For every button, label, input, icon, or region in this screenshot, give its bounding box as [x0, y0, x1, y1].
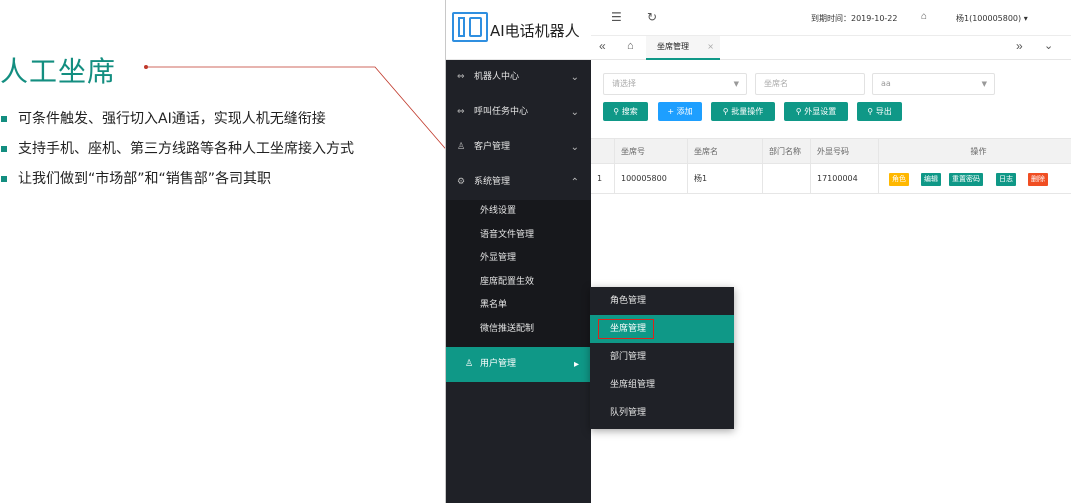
export-button[interactable]: ⚲ 导出 [857, 102, 902, 121]
sidebar-item-user-management[interactable]: ♙ 用户管理 ▸ [446, 347, 591, 382]
chevron-up-icon: ⌃ [570, 177, 579, 188]
bullet-square-icon [1, 116, 7, 122]
delete-button[interactable]: 删除 [1028, 173, 1048, 186]
menu-item-queue-management[interactable]: 队列管理 [590, 399, 734, 427]
chevron-down-icon: ⌄ [570, 142, 579, 153]
reset-password-button[interactable]: 重置密码 [949, 173, 983, 186]
menu-item-seat-group-management[interactable]: 坐席组管理 [590, 371, 734, 399]
edit-button[interactable]: 编辑 [921, 173, 941, 186]
sidebar-subitem[interactable]: 黑名单 [446, 294, 591, 318]
chevron-right-icon: ▸ [573, 359, 579, 370]
top-bar: ☰ ↻ 到期时间：2019-10-22 ⌂ 杨1(100005800) ▾ [591, 0, 1071, 36]
chevron-down-icon[interactable]: ⌄ [1044, 39, 1053, 52]
caret-down-icon: ▼ [981, 80, 987, 88]
user-icon: ♙ [457, 142, 466, 152]
sidebar-item-robot-center[interactable]: ⇔ 机器人中心 ⌄ [446, 60, 591, 95]
bullet-item: 支持手机、座机、第三方线路等各种人工坐席接入方式 [0, 138, 354, 168]
caret-down-icon: ▼ [733, 80, 739, 88]
tab-bar: « ⌂ 坐席管理 × » ⌄ [591, 36, 1071, 60]
bullet-list: 可条件触发、强行切入AI通话，实现人机无缝衔接 支持手机、座机、第三方线路等各种… [0, 108, 354, 198]
close-icon[interactable]: × [707, 36, 714, 58]
slide-title: 人工坐席 [0, 55, 117, 88]
search-icon: ⚲ [722, 107, 729, 116]
phone-icon: ⇔ [457, 107, 465, 117]
search-icon: ⚲ [613, 107, 620, 116]
bullet-square-icon [1, 176, 7, 182]
sidebar-item-system[interactable]: ⚙ 系统管理 ⌃ [446, 165, 591, 200]
sidebar-subitem[interactable]: 微信推送配制 [446, 318, 591, 342]
logo-area: AI电话机器人 [446, 0, 591, 60]
expire-date: 到期时间：2019-10-22 [811, 14, 898, 23]
refresh-icon[interactable]: ↻ [647, 10, 657, 24]
user-icon: ♙ [465, 359, 474, 369]
bullet-item: 可条件触发、强行切入AI通话，实现人机无缝衔接 [0, 108, 354, 138]
table-row: 1 100005800 杨1 17100004 角色 编辑 重置密码 日志 删除 [591, 164, 1071, 194]
double-right-icon[interactable]: » [1016, 39, 1023, 53]
header-seat-name: 坐席名 [688, 139, 763, 163]
user-menu[interactable]: 杨1(100005800) ▾ [956, 13, 1028, 24]
sidebar-subitem[interactable]: 语音文件管理 [446, 224, 591, 248]
log-button[interactable]: 日志 [996, 173, 1016, 186]
seat-table: 坐席号 坐席名 部门名称 外显号码 操作 1 100005800 杨1 1710… [591, 138, 1071, 194]
header-actions: 操作 [970, 147, 987, 156]
menu-item-role-management[interactable]: 角色管理 [590, 287, 734, 315]
sidebar: ⇔ 机器人中心 ⌄ ⇔ 呼叫任务中心 ⌄ ♙ 客户管理 ⌄ ⚙ 系统管理 ⌃ 外… [446, 60, 591, 503]
caret-down-icon: ▾ [1023, 14, 1028, 23]
actions-cell: 角色 编辑 重置密码 日志 删除 [879, 164, 1071, 193]
plus-icon: + [667, 107, 675, 116]
logo-text: AI电话机器人 [490, 22, 580, 40]
tab-seat-management[interactable]: 坐席管理 × [646, 36, 720, 60]
search-button[interactable]: ⚲ 搜索 [603, 102, 648, 121]
sidebar-subitem[interactable]: 外线设置 [446, 200, 591, 224]
display-settings-button[interactable]: ⚲ 外显设置 [784, 102, 848, 121]
chevron-down-icon: ⌄ [570, 72, 579, 83]
batch-operation-button[interactable]: ⚲ 批量操作 [711, 102, 775, 121]
header-display-no: 外显号码 [811, 139, 879, 163]
search-icon: ⚲ [867, 107, 874, 116]
sidebar-item-call-task[interactable]: ⇔ 呼叫任务中心 ⌄ [446, 95, 591, 130]
slide-page: 人工坐席 可条件触发、强行切入AI通话，实现人机无缝衔接 支持手机、座机、第三方… [0, 0, 1071, 503]
select-filter[interactable]: 请选择 ▼ [603, 73, 747, 95]
sidebar-subitem[interactable]: 外显管理 [446, 247, 591, 271]
role-button[interactable]: 角色 [889, 173, 909, 186]
sidebar-item-customer[interactable]: ♙ 客户管理 ⌄ [446, 130, 591, 165]
menu-item-dept-management[interactable]: 部门管理 [590, 343, 734, 371]
home-icon[interactable]: ⌂ [627, 40, 634, 52]
seat-name-input[interactable]: 坐席名 [755, 73, 865, 95]
sidebar-submenu: 外线设置 语音文件管理 外显管理 座席配置生效 黑名单 微信推送配制 [446, 200, 591, 341]
search-icon: ⚲ [795, 107, 802, 116]
tag-icon[interactable]: ⌂ [921, 11, 927, 22]
main-content: 请选择 ▼ 坐席名 aa ▼ ⚲ 搜索 + 添加 ⚲ 批量操作 ⚲ 外显设置 ⚲… [591, 60, 1071, 503]
logo-icon [452, 12, 488, 42]
chevron-down-icon: ⌄ [570, 107, 579, 118]
user-management-popup-menu: 角色管理 坐席管理 部门管理 坐席组管理 队列管理 [590, 287, 734, 429]
double-left-icon[interactable]: « [599, 39, 606, 53]
sidebar-subitem[interactable]: 座席配置生效 [446, 271, 591, 295]
bullet-square-icon [1, 146, 7, 152]
header-dept: 部门名称 [763, 139, 811, 163]
menu-toggle-icon[interactable]: ☰ [611, 10, 622, 24]
add-button[interactable]: + 添加 [658, 102, 702, 121]
gear-icon: ⚙ [457, 177, 466, 187]
header-seat-no: 坐席号 [615, 139, 688, 163]
select-filter-2[interactable]: aa ▼ [872, 73, 995, 95]
robot-icon: ⇔ [457, 72, 465, 82]
bullet-item: 让我们做到“市场部”和“销售部”各司其职 [0, 168, 354, 198]
app-window: AI电话机器人 ⇔ 机器人中心 ⌄ ⇔ 呼叫任务中心 ⌄ ♙ 客户管理 ⌄ ⚙ … [445, 0, 1071, 503]
highlight-box [598, 319, 654, 339]
menu-item-seat-management[interactable]: 坐席管理 [590, 315, 734, 343]
table-header: 坐席号 坐席名 部门名称 外显号码 操作 [591, 138, 1071, 164]
